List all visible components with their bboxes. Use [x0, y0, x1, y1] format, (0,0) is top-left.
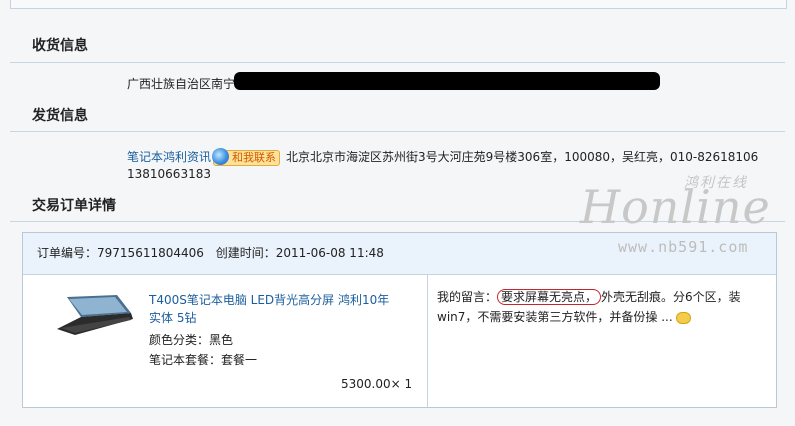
product-bundle: 笔记本套餐：套餐一: [149, 351, 257, 368]
message-highlight: 要求屏幕无亮点，: [497, 289, 602, 305]
contact-me-label: 和我联系: [232, 151, 277, 164]
receive-divider: [10, 62, 785, 63]
quantity-value: × 1: [390, 377, 413, 391]
ship-address-line1: 北京北京市海淀区苏州街3号大河庄苑9号楼306室，100080，吴红亮，010-…: [286, 150, 759, 164]
receive-info-title: 收货信息: [32, 38, 88, 54]
contact-me-button[interactable]: 和我联系: [212, 148, 281, 166]
message-label: 我的留言：: [437, 290, 498, 304]
color-label: 颜色分类：: [149, 333, 210, 347]
product-color: 颜色分类：黑色: [149, 331, 233, 348]
order-body: T400S笔记本电脑 LED背光高分屏 鸿利10年实体 5钻 颜色分类：黑色 笔…: [23, 275, 776, 407]
wangwang-icon: [212, 148, 230, 165]
watermark-logo: Honline: [580, 180, 771, 234]
order-number: 79715611804406: [97, 246, 204, 260]
buyer-message: 我的留言： 要求屏幕无亮点， 外壳无刮痕。分6个区，装win7，不需要安装第三方软件…: [437, 287, 759, 327]
ship-phone: 13810663183: [127, 167, 211, 181]
watermark: 鸿利在线 Honline www.nb591.com: [578, 172, 788, 264]
emoticon-icon: [675, 311, 691, 324]
product-price: 5300.00× 1: [341, 377, 412, 391]
bundle-value: 套餐一: [221, 353, 258, 367]
order-detail-title: 交易订单详情: [32, 198, 116, 214]
created-time-label: 创建时间：: [215, 246, 276, 260]
product-title-link[interactable]: T400S笔记本电脑 LED背光高分屏 鸿利10年实体 5钻: [149, 291, 399, 327]
bundle-label: 笔记本套餐：: [149, 353, 222, 367]
ship-divider: [10, 131, 785, 132]
column-divider: [427, 275, 428, 407]
price-value: 5300.00: [341, 377, 391, 391]
created-time: 2011-06-08 11:48: [275, 246, 384, 260]
receive-address: 广西壮族自治区南宁: [127, 77, 236, 91]
product-thumbnail[interactable]: [53, 291, 137, 337]
seller-name-link[interactable]: 笔记本鸿利资讯: [127, 150, 211, 164]
order-number-label: 订单编号：: [37, 246, 98, 260]
color-value: 黑色: [209, 333, 234, 347]
top-panel-edge: [10, 0, 787, 9]
watermark-url: www.nb591.com: [618, 238, 749, 256]
ship-info-title: 发货信息: [32, 108, 88, 124]
redaction-mark: [234, 72, 660, 90]
